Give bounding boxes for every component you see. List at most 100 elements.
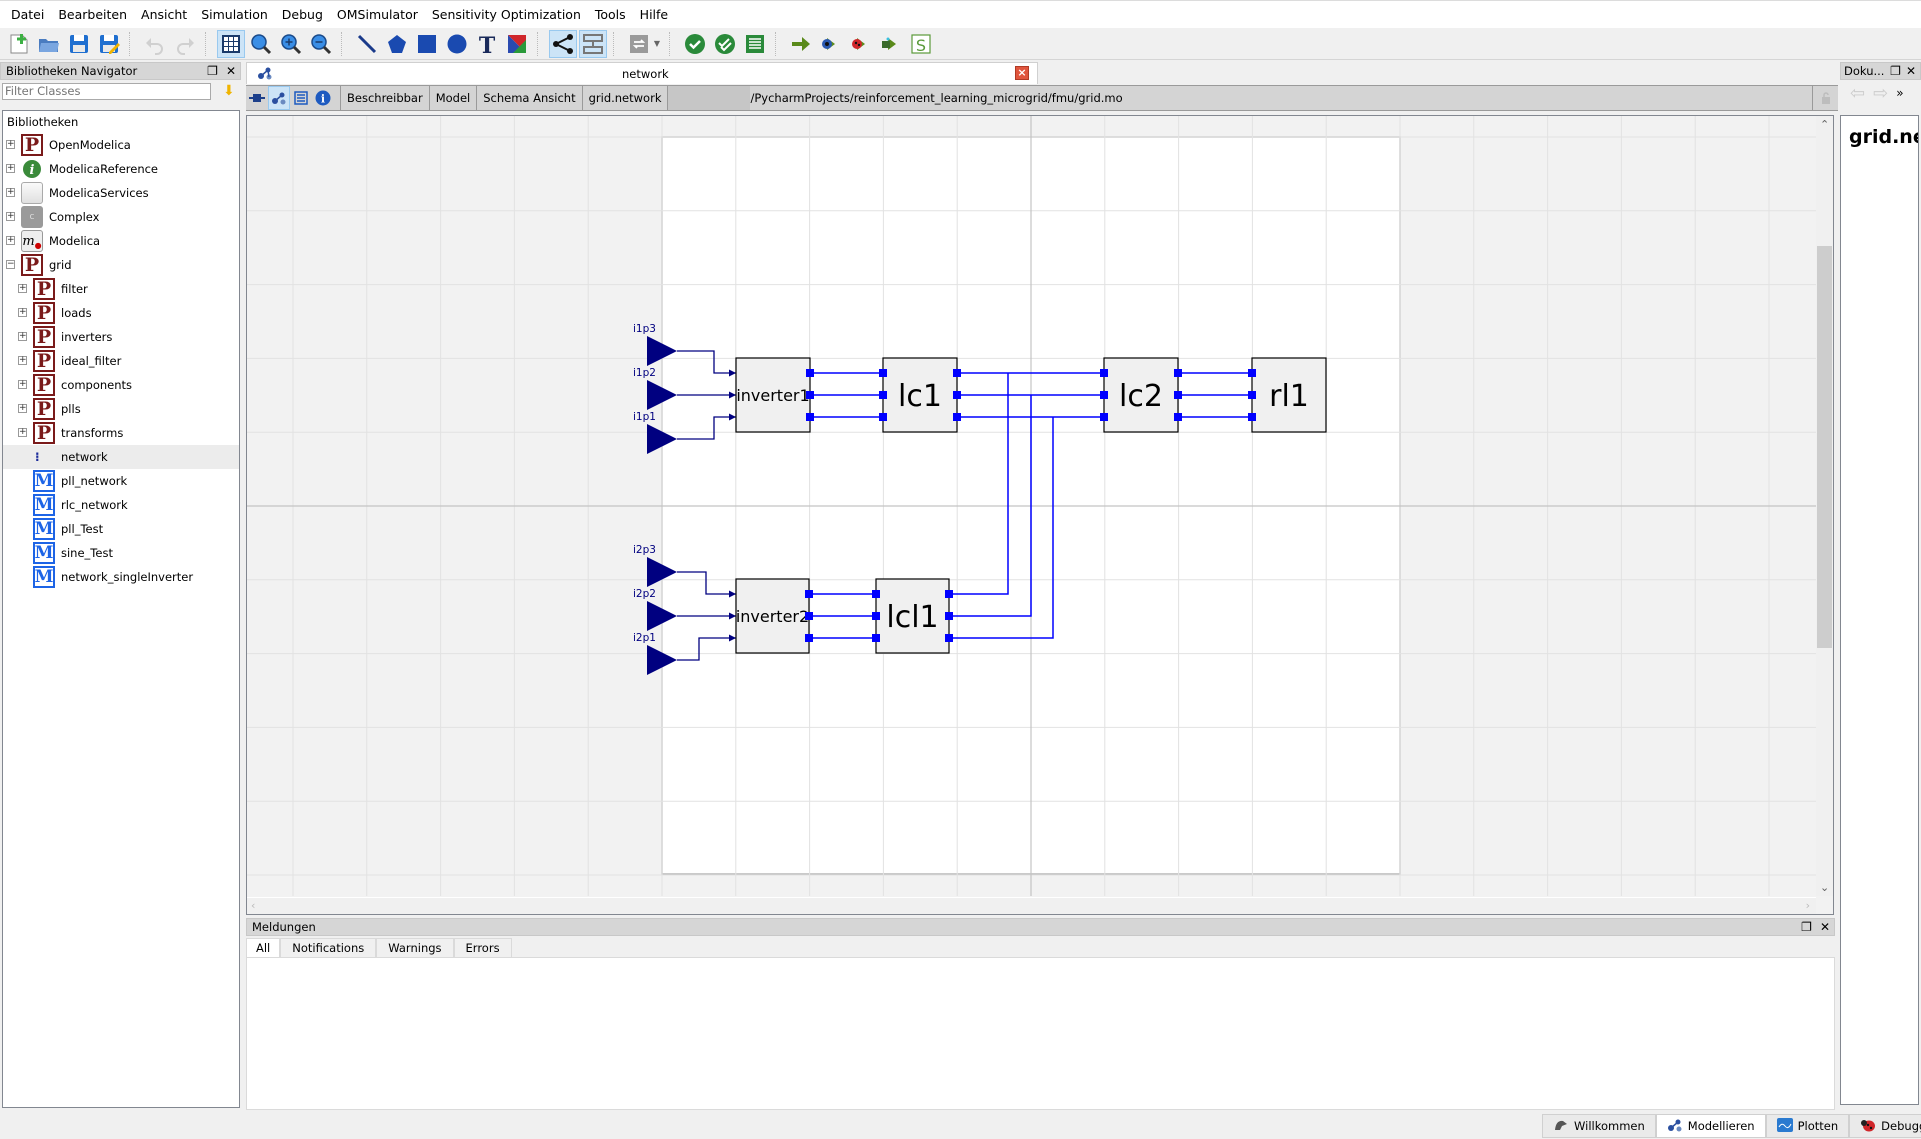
expand-icon[interactable]: + [6, 188, 15, 197]
menu-simulation[interactable]: Simulation [194, 1, 275, 29]
port-right[interactable] [953, 391, 961, 399]
menu-sensitivity-optimization[interactable]: Sensitivity Optimization [425, 1, 588, 29]
vertical-scrollbar[interactable]: ⌃ ⌄ [1816, 116, 1833, 896]
port-right[interactable] [1174, 369, 1182, 377]
port-right[interactable] [1174, 391, 1182, 399]
port-right[interactable] [805, 590, 813, 598]
icon-view-button[interactable] [246, 86, 268, 110]
menu-debug[interactable]: Debug [275, 1, 330, 29]
close-panel-icon[interactable]: ✕ [226, 64, 236, 78]
close-panel-icon[interactable]: ✕ [1820, 920, 1830, 934]
horizontal-scrollbar[interactable]: ‹ › [247, 897, 1816, 914]
port-right[interactable] [805, 634, 813, 642]
dropdown-arrow-icon[interactable]: ▼ [654, 39, 660, 48]
perspective-willkommen[interactable]: Willkommen [1542, 1114, 1656, 1138]
menu-omsimulator[interactable]: OMSimulator [330, 1, 425, 29]
menu-tools[interactable]: Tools [588, 1, 633, 29]
messages-tab-warnings[interactable]: Warnings [376, 938, 454, 957]
port-left[interactable] [872, 634, 880, 642]
tree-item-modelica[interactable]: + m ● Modelica [3, 229, 239, 253]
expand-icon[interactable]: + [18, 308, 27, 317]
port-right[interactable] [805, 612, 813, 620]
messages-tab-errors[interactable]: Errors [453, 938, 512, 957]
save-as-button[interactable] [95, 30, 123, 58]
instantiate-button[interactable] [741, 30, 769, 58]
check-model-button[interactable] [681, 30, 709, 58]
text-button[interactable]: T [473, 30, 501, 58]
simulate-debug-button[interactable] [817, 30, 845, 58]
menu-datei[interactable]: Datei [4, 1, 51, 29]
connect-mode-button[interactable] [549, 29, 577, 58]
diagram-canvas[interactable]: i1p3 i1p2 i1p1 i2p3 i2p2 i2p1 inverter1 lc1 lc2 r… [246, 115, 1834, 915]
tree-item-openmodelica[interactable]: + P OpenModelica [3, 133, 239, 157]
expand-icon[interactable]: + [6, 212, 15, 221]
document-tab[interactable]: network × [246, 62, 1038, 84]
expand-icon[interactable]: + [18, 356, 27, 365]
expand-icon[interactable]: + [18, 404, 27, 413]
expand-icon[interactable]: + [6, 140, 15, 149]
check-all-button[interactable] [711, 30, 739, 58]
port-left[interactable] [879, 391, 887, 399]
port-left[interactable] [879, 413, 887, 421]
filter-options-icon[interactable]: ⬇ [223, 83, 235, 99]
port-right[interactable] [945, 634, 953, 642]
tree-item-pll_network[interactable]: Mpll_network [3, 469, 239, 493]
new-file-button[interactable] [5, 30, 33, 58]
back-arrow-icon[interactable]: ⇦ [1850, 83, 1865, 104]
zoom-out-button[interactable] [307, 30, 335, 58]
simulation-setup-button[interactable]: S [907, 30, 935, 58]
scroll-up-icon[interactable]: ⌃ [1820, 118, 1829, 131]
documentation-view-button[interactable]: i [312, 86, 334, 110]
port-left[interactable] [872, 612, 880, 620]
tree-item-components[interactable]: + Pcomponents [3, 373, 239, 397]
port-right[interactable] [953, 369, 961, 377]
component-inverter1[interactable]: inverter1 [735, 357, 814, 433]
save-button[interactable] [65, 30, 93, 58]
menu-hilfe[interactable]: Hilfe [633, 1, 675, 29]
tree-item-filter[interactable]: + Pfilter [3, 277, 239, 301]
menu-ansicht[interactable]: Ansicht [134, 1, 194, 29]
diagram-svg[interactable]: i1p3 i1p2 i1p1 i2p3 i2p2 i2p1 inverter1 lc1 lc2 r… [247, 116, 1816, 896]
component-lc2[interactable]: lc2 [1100, 357, 1182, 433]
tree-item-pll_test[interactable]: Mpll_Test [3, 517, 239, 541]
float-panel-icon[interactable]: ❐ [207, 64, 218, 78]
transition-mode-button[interactable] [579, 29, 607, 58]
line-button[interactable] [353, 30, 381, 58]
expand-icon[interactable]: + [6, 164, 15, 173]
component-lc1[interactable]: lc1 [879, 357, 961, 433]
expand-icon[interactable]: + [18, 380, 27, 389]
messages-tab-all[interactable]: All [246, 938, 281, 957]
messages-tab-notifications[interactable]: Notifications [280, 938, 377, 957]
port-left[interactable] [1248, 391, 1256, 399]
scroll-down-icon[interactable]: ⌄ [1820, 881, 1829, 894]
tree-item-modelicaservices[interactable]: + ModelicaServices [3, 181, 239, 205]
close-panel-icon[interactable]: ✕ [1906, 64, 1916, 78]
collapse-icon[interactable]: − [6, 260, 15, 269]
close-tab-icon[interactable]: × [1015, 66, 1029, 80]
float-panel-icon[interactable]: ❐ [1801, 920, 1812, 934]
tree-item-sine_test[interactable]: Msine_Test [3, 541, 239, 565]
expand-icon[interactable]: + [18, 332, 27, 341]
perspective-debugging[interactable]: Debugging [1849, 1114, 1921, 1138]
port-right[interactable] [1174, 413, 1182, 421]
tree-item-complex[interactable]: + c Complex [3, 205, 239, 229]
undo-button[interactable] [141, 30, 169, 58]
tree-item-modelicareference[interactable]: + i ModelicaReference [3, 157, 239, 181]
vertical-scrollbar-thumb[interactable] [1817, 246, 1832, 648]
tree-item-network_singleinverter[interactable]: Mnetwork_singleInverter [3, 565, 239, 589]
tree-item-ideal_filter[interactable]: + Pideal_filter [3, 349, 239, 373]
simulate-algorithmic-debug-button[interactable] [847, 30, 875, 58]
text-view-button[interactable] [290, 86, 312, 110]
port-right[interactable] [806, 391, 814, 399]
tree-item-rlc_network[interactable]: Mrlc_network [3, 493, 239, 517]
port-right[interactable] [806, 413, 814, 421]
lock-button[interactable] [1812, 86, 1838, 110]
zoom-in-button[interactable] [277, 30, 305, 58]
grid-button[interactable] [217, 29, 245, 58]
perspective-plotten[interactable]: Plotten [1765, 1114, 1850, 1138]
port-right[interactable] [945, 612, 953, 620]
expand-icon[interactable]: + [18, 428, 27, 437]
filter-classes-input[interactable] [2, 82, 211, 100]
scroll-right-icon[interactable]: › [1806, 899, 1810, 912]
port-right[interactable] [953, 413, 961, 421]
